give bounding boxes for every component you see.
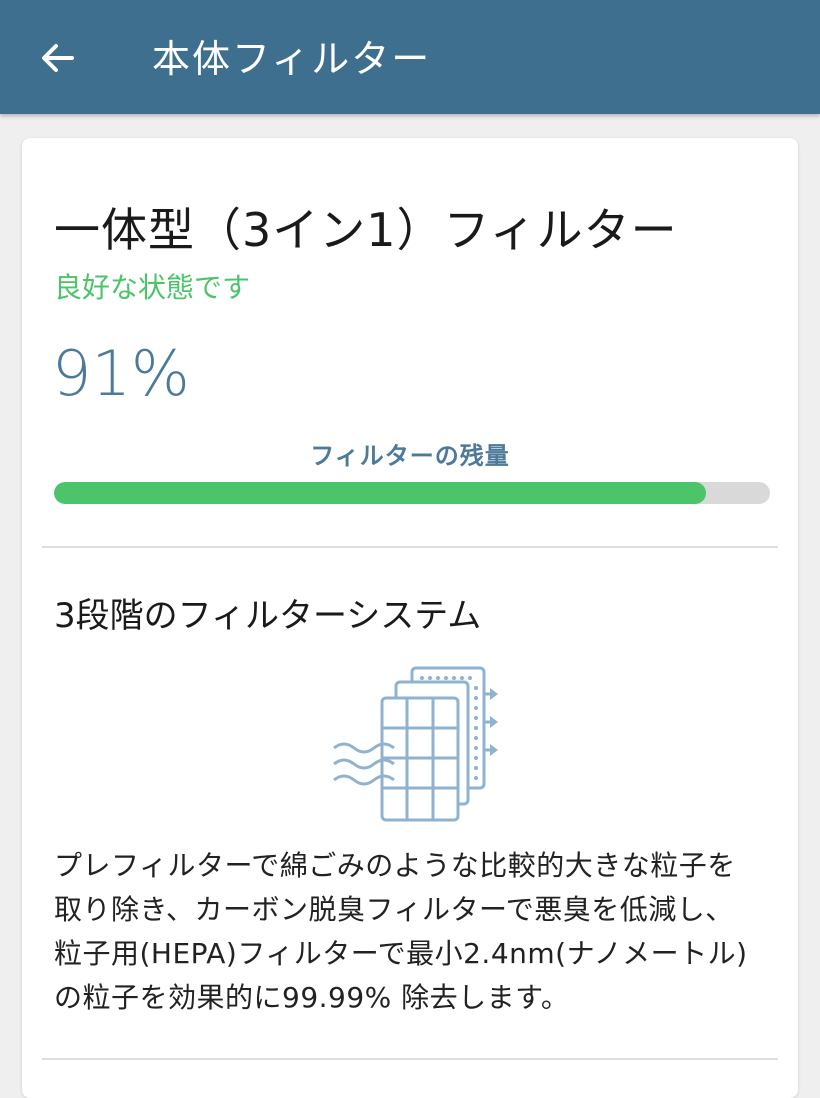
system-description: プレフィルターで綿ごみのような比較的大きな粒子を 取り除き、カーボン脱臭フィルタ… [54,844,784,1020]
description-line: 粒子用(HEPA)フィルターで最小2.4nm(ナノメートル) [54,937,748,970]
page-title: 本体フィルター [152,37,432,81]
divider [42,546,778,548]
description-line: 取り除き、カーボン脱臭フィルターで悪臭を低減し、 [54,893,734,926]
remaining-percent: 91% [52,337,190,410]
arrow-left-icon [42,44,74,72]
app-bar: 本体フィルター [0,0,820,114]
system-title: 3段階のフィルターシステム [54,596,482,636]
divider [42,1058,778,1060]
remaining-label: フィルターの残量 [310,442,510,470]
remaining-progress-bar [54,482,770,504]
filter-name: 一体型（3イン1）フィルター [54,203,678,257]
three-layer-filter-icon [333,666,498,822]
description-line: プレフィルターで綿ごみのような比較的大きな粒子を [54,849,736,882]
filter-status: 良好な状態です [54,271,251,304]
back-button[interactable] [30,30,86,86]
description-line: の粒子を効果的に99.99% 除去します。 [54,981,570,1014]
remaining-progress-fill [54,482,706,504]
filter-card: 一体型（3イン1）フィルター 良好な状態です 91% フィルターの残量 3段階の… [22,138,798,1098]
